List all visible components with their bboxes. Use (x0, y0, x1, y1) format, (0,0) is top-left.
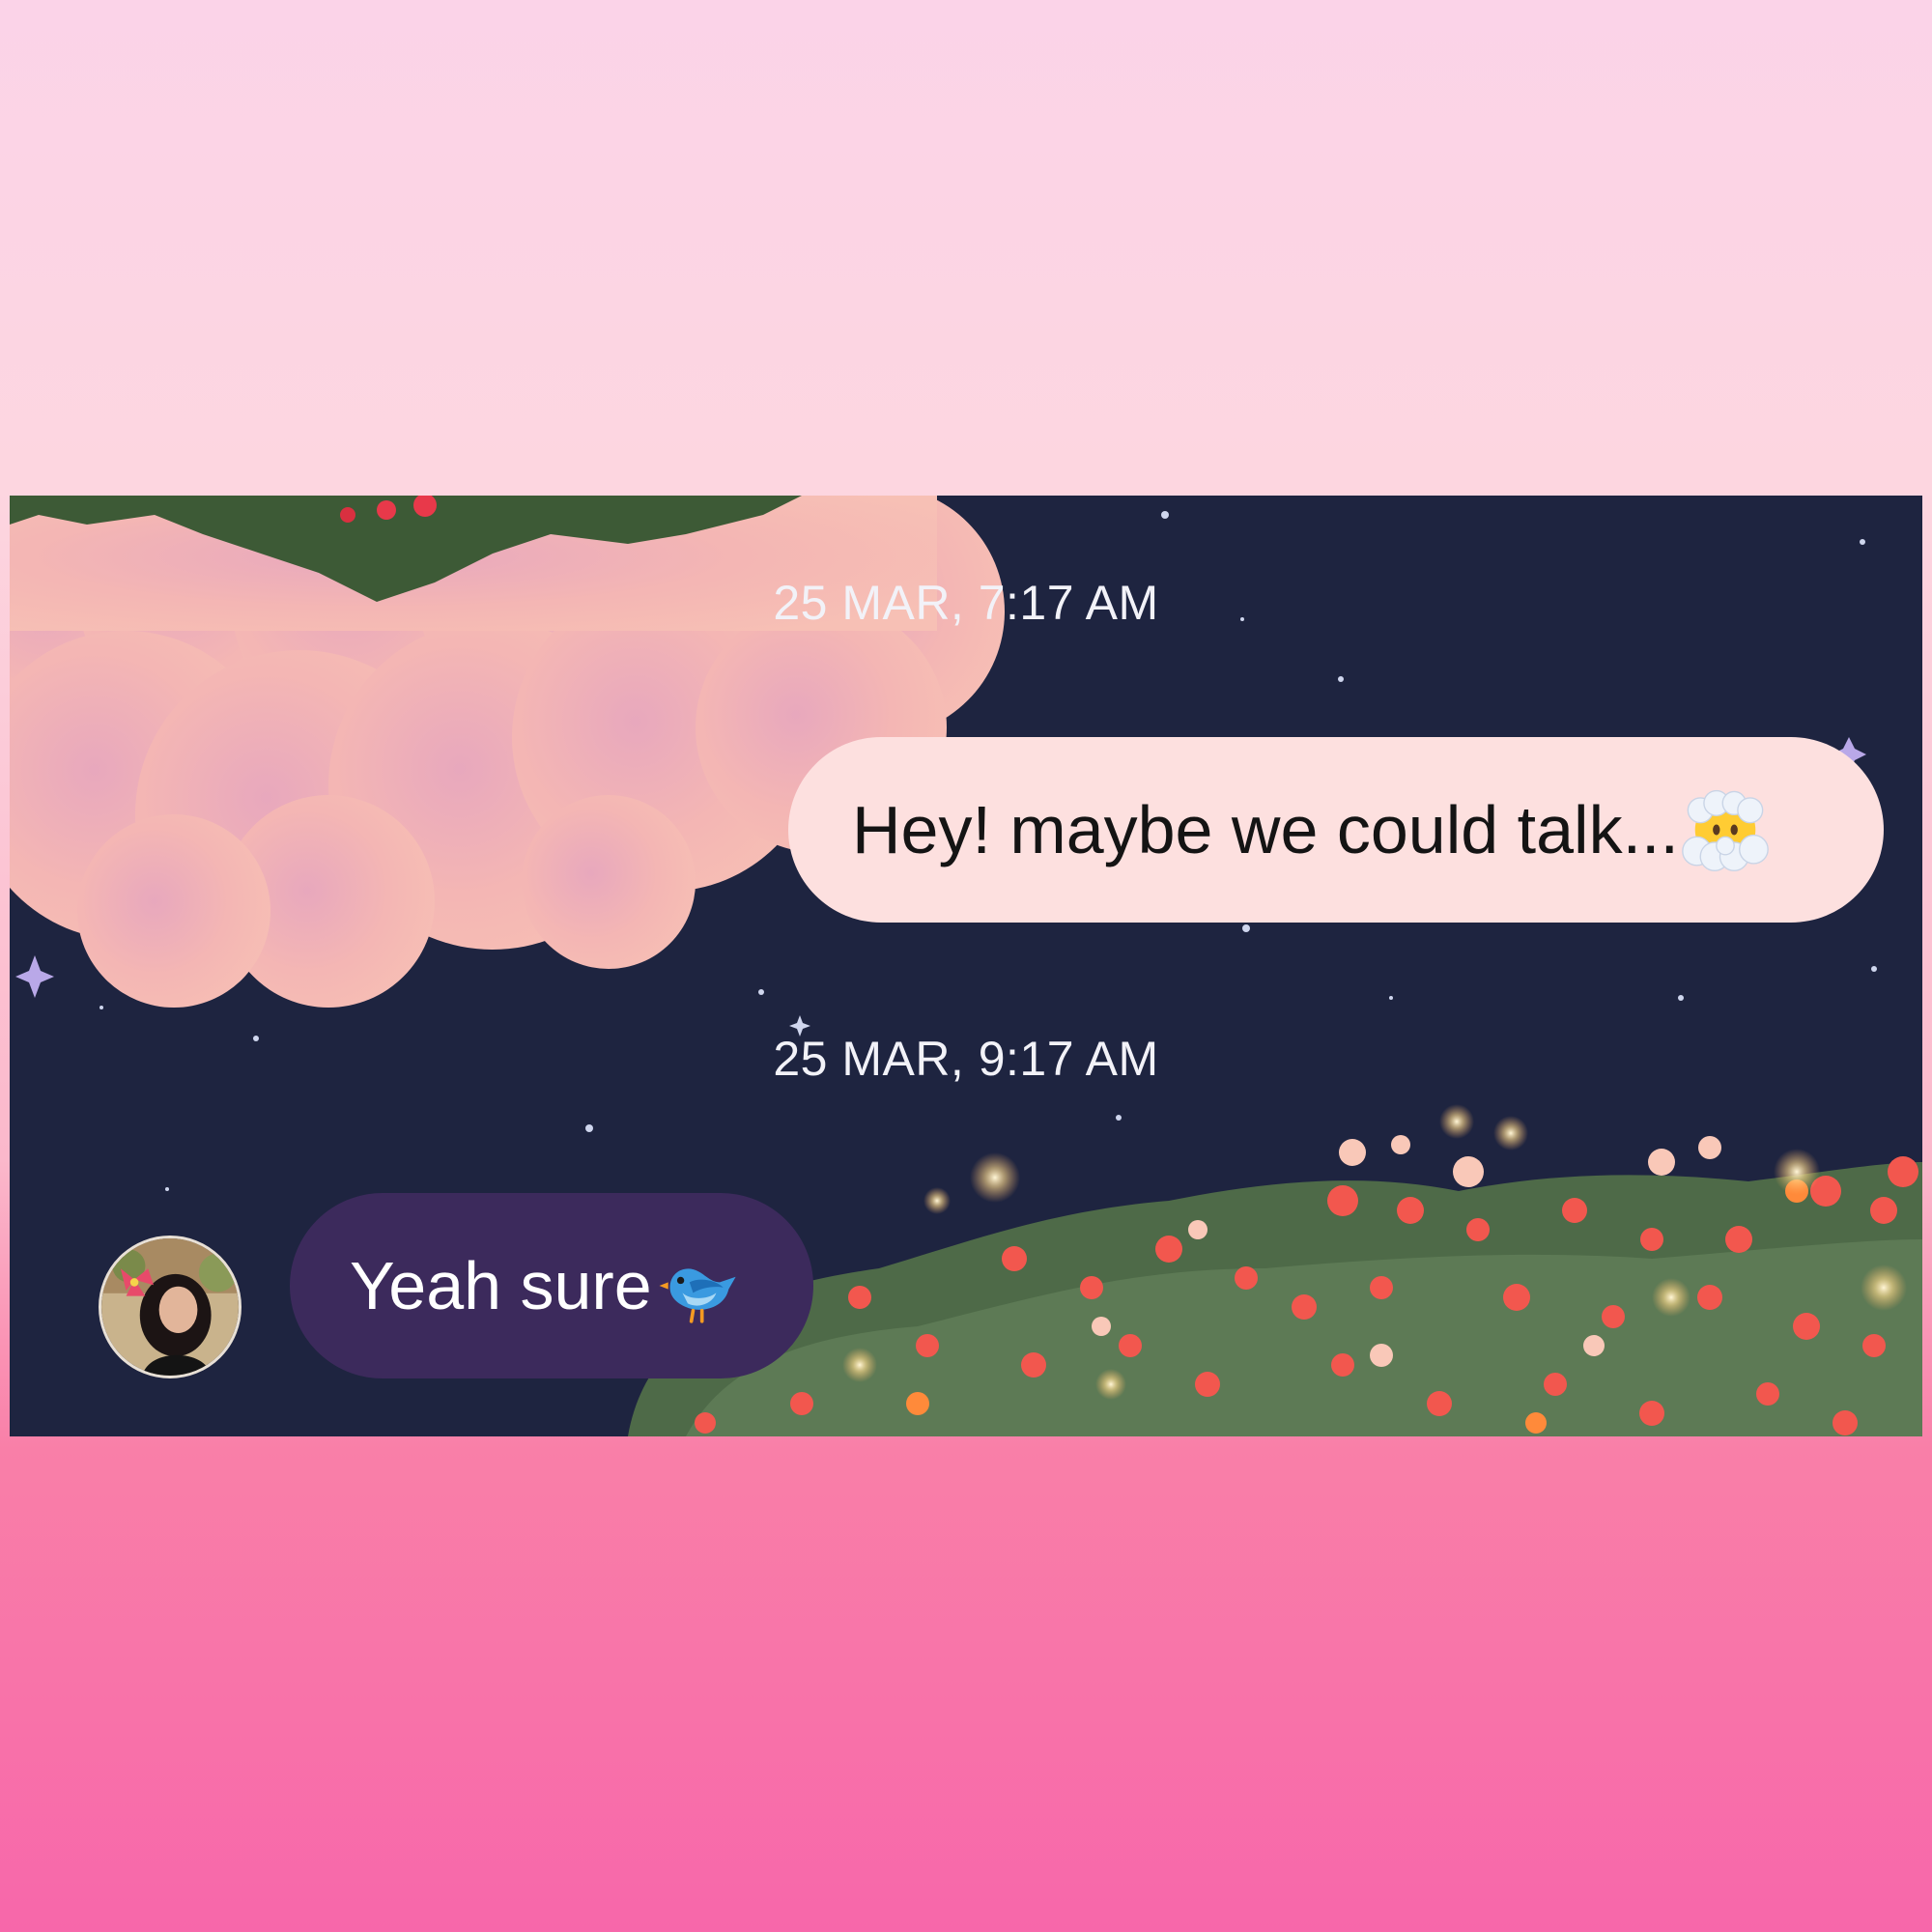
outgoing-message-bubble[interactable]: Hey! maybe we could talk... (788, 737, 1884, 923)
flower-meadow (628, 1135, 1922, 1436)
bluebird-emoji (654, 1241, 743, 1330)
incoming-message-bubble[interactable]: Yeah sure (290, 1193, 813, 1378)
face-in-clouds-emoji (1681, 785, 1770, 874)
chat-thread: 25 MAR, 7:17 AM Hey! maybe we could talk… (10, 496, 1922, 1436)
message-timestamp: 25 MAR, 7:17 AM (773, 576, 1159, 630)
message-timestamp: 25 MAR, 9:17 AM (773, 1032, 1159, 1086)
message-text: Yeah sure (350, 1248, 652, 1323)
avatar[interactable] (99, 1236, 242, 1378)
message-text: Hey! maybe we could talk... (852, 792, 1679, 867)
